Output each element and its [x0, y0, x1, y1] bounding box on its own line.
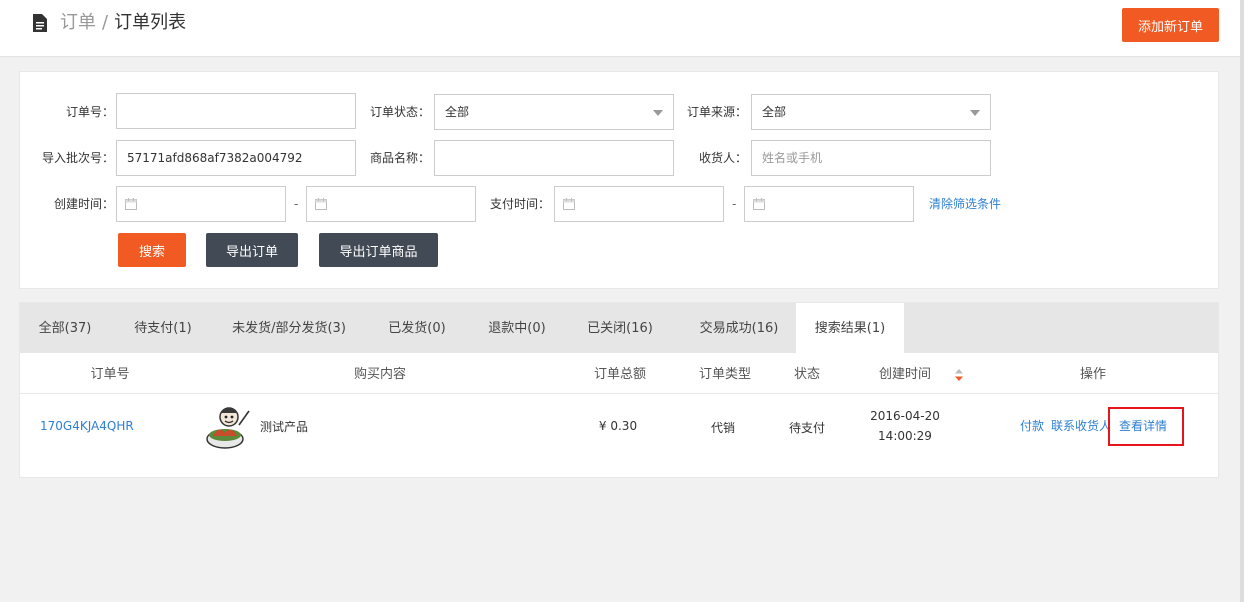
order-source-label: 订单来源： — [686, 105, 747, 119]
breadcrumb: 订单 / 订单列表 — [60, 11, 186, 35]
product-name-label: 商品名称： — [369, 151, 430, 165]
add-order-button[interactable]: 添加新订单 — [1122, 8, 1219, 42]
export-order-products-button[interactable]: 导出订单商品 — [319, 233, 438, 267]
order-source-value: 全部 — [762, 105, 787, 119]
receiver-label: 收货人： — [698, 151, 747, 165]
contact-receiver-link[interactable]: 联系收货人 — [1051, 419, 1111, 433]
breadcrumb-parent[interactable]: 订单 — [60, 12, 96, 33]
divider — [20, 393, 1218, 394]
column-content: 购买内容 — [353, 367, 406, 382]
batch-input[interactable]: 57171afd868af7382a004792 — [116, 140, 356, 176]
product-name: 测试产品 — [260, 420, 309, 434]
column-created-time[interactable]: 创建时间 — [865, 353, 945, 393]
batch-label: 导入批次号： — [41, 151, 114, 165]
order-source-select[interactable]: 全部 — [751, 94, 991, 130]
tab-shipped[interactable]: 已发货(0) — [372, 303, 462, 353]
tab-refunding[interactable]: 退款中(0) — [472, 303, 562, 353]
pay-link[interactable]: 付款 — [1020, 419, 1044, 433]
tab-unshipped[interactable]: 未发货/部分发货(3) — [220, 303, 358, 353]
tab-search-results[interactable]: 搜索结果(1) — [796, 303, 904, 354]
order-type: 代销 — [710, 421, 735, 435]
created-time-label: 创建时间： — [53, 197, 114, 211]
order-status-label: 订单状态： — [369, 105, 430, 119]
order-total: ¥ 0.30 — [598, 419, 638, 433]
order-no-input[interactable] — [116, 93, 356, 129]
status-tabs: 全部(37) 待支付(1) 未发货/部分发货(3) 已发货(0) 退款中(0) … — [20, 303, 1218, 354]
breadcrumb-separator: / — [102, 12, 109, 33]
search-button[interactable]: 搜索 — [118, 233, 186, 267]
receiver-input[interactable]: 姓名或手机 — [751, 140, 991, 176]
column-total: 订单总额 — [593, 367, 646, 382]
highlight-box — [1108, 407, 1184, 446]
sort-icon[interactable] — [954, 368, 964, 382]
range-separator: - — [294, 197, 299, 211]
calendar-icon — [125, 198, 137, 210]
order-status-select[interactable]: 全部 — [434, 94, 674, 130]
scrollbar[interactable] — [1240, 0, 1244, 602]
paid-time-label: 支付时间： — [489, 197, 550, 211]
calendar-icon — [315, 198, 327, 210]
top-bar: 订单 / 订单列表 添加新订单 — [0, 0, 1240, 57]
created-end-input[interactable] — [306, 186, 476, 222]
column-order-no: 订单号 — [90, 367, 130, 382]
order-list-panel: 全部(37) 待支付(1) 未发货/部分发货(3) 已发货(0) 退款中(0) … — [19, 302, 1219, 478]
calendar-icon — [563, 198, 575, 210]
tab-closed[interactable]: 已关闭(16) — [572, 303, 668, 353]
created-date: 2016-04-20 — [870, 409, 940, 423]
created-time: 14:00:29 — [878, 429, 932, 443]
tab-pending-payment[interactable]: 待支付(1) — [118, 303, 208, 353]
export-orders-button[interactable]: 导出订单 — [206, 233, 298, 267]
paid-end-input[interactable] — [744, 186, 914, 222]
product-thumbnail — [206, 407, 250, 449]
chevron-down-icon — [653, 110, 663, 116]
column-type: 订单类型 — [698, 367, 751, 382]
column-status: 状态 — [793, 367, 820, 382]
page-title: 订单列表 — [114, 12, 187, 33]
order-no-link[interactable]: 170G4KJA4QHR — [40, 419, 134, 433]
order-status: 待支付 — [788, 421, 825, 435]
tab-all[interactable]: 全部(37) — [20, 303, 110, 353]
created-start-input[interactable] — [116, 186, 286, 222]
order-no-label: 订单号： — [65, 105, 114, 119]
product-name-input[interactable] — [434, 140, 674, 176]
order-status-value: 全部 — [445, 105, 470, 119]
filter-panel: 订单号： 订单状态： 全部 订单来源： 全部 导入批次号： 57171afd86… — [19, 71, 1219, 289]
chevron-down-icon — [970, 110, 980, 116]
range-separator: - — [732, 197, 737, 211]
clear-filters-link[interactable]: 清除筛选条件 — [929, 186, 1001, 222]
column-actions: 操作 — [1079, 367, 1106, 382]
tab-completed[interactable]: 交易成功(16) — [683, 303, 795, 353]
calendar-icon — [753, 198, 765, 210]
paid-start-input[interactable] — [554, 186, 724, 222]
document-icon — [33, 14, 47, 32]
